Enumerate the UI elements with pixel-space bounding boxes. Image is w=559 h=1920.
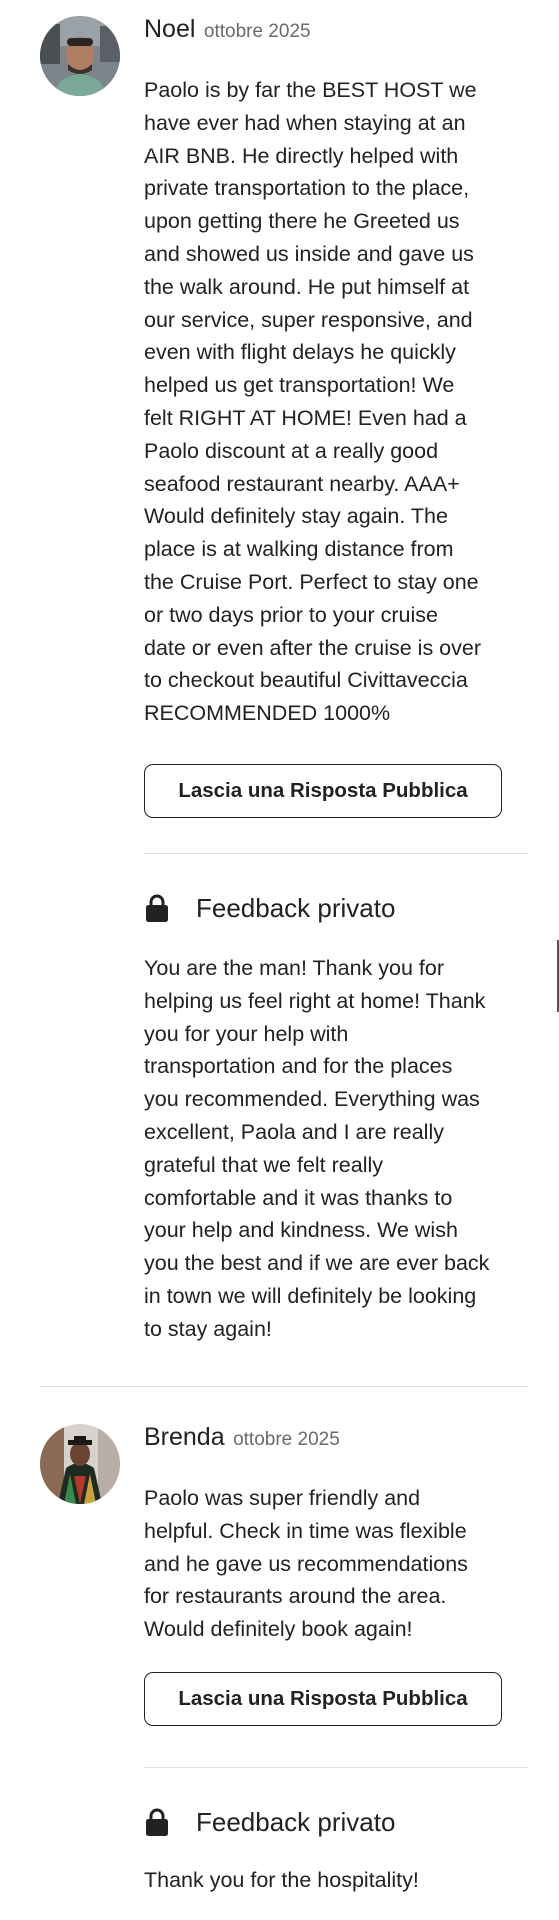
- private-feedback-text: You are the man! Thank you for helping u…: [144, 956, 490, 1341]
- private-feedback-header: Feedback privato: [144, 890, 524, 930]
- private-feedback-header: Feedback privato: [144, 1804, 524, 1844]
- lock-icon: [146, 894, 168, 922]
- private-feedback-text: Thank you for the hospitality!: [144, 1868, 419, 1892]
- public-reply-button[interactable]: Lascia una Risposta Pubblica: [144, 764, 502, 818]
- review-header: Brenda ottobre 2025: [144, 1423, 340, 1452]
- divider: [144, 853, 528, 854]
- reviewer-name: Noel: [144, 15, 196, 43]
- review-date: ottobre 2025: [233, 1429, 340, 1450]
- review-header: Noel ottobre 2025: [144, 15, 311, 44]
- review-separator: [40, 1386, 528, 1387]
- review-text: Paolo was super friendly and helpful. Ch…: [144, 1486, 468, 1642]
- reviewer-avatar-noel[interactable]: [40, 16, 120, 96]
- divider: [144, 1767, 528, 1768]
- reviewer-avatar-brenda[interactable]: [40, 1424, 120, 1504]
- review-date: ottobre 2025: [203, 21, 311, 42]
- public-reply-button[interactable]: Lascia una Risposta Pubblica: [144, 1672, 502, 1726]
- reviewer-name: Brenda: [144, 1423, 225, 1451]
- private-feedback-title: Feedback privato: [196, 1807, 396, 1837]
- avatar-photo-icon: [40, 16, 120, 96]
- review-text: Paolo is by far the BEST HOST we have ev…: [144, 78, 482, 726]
- avatar-photo-icon: [40, 1424, 120, 1504]
- private-feedback-title: Feedback privato: [196, 893, 396, 923]
- lock-icon: [146, 1808, 168, 1836]
